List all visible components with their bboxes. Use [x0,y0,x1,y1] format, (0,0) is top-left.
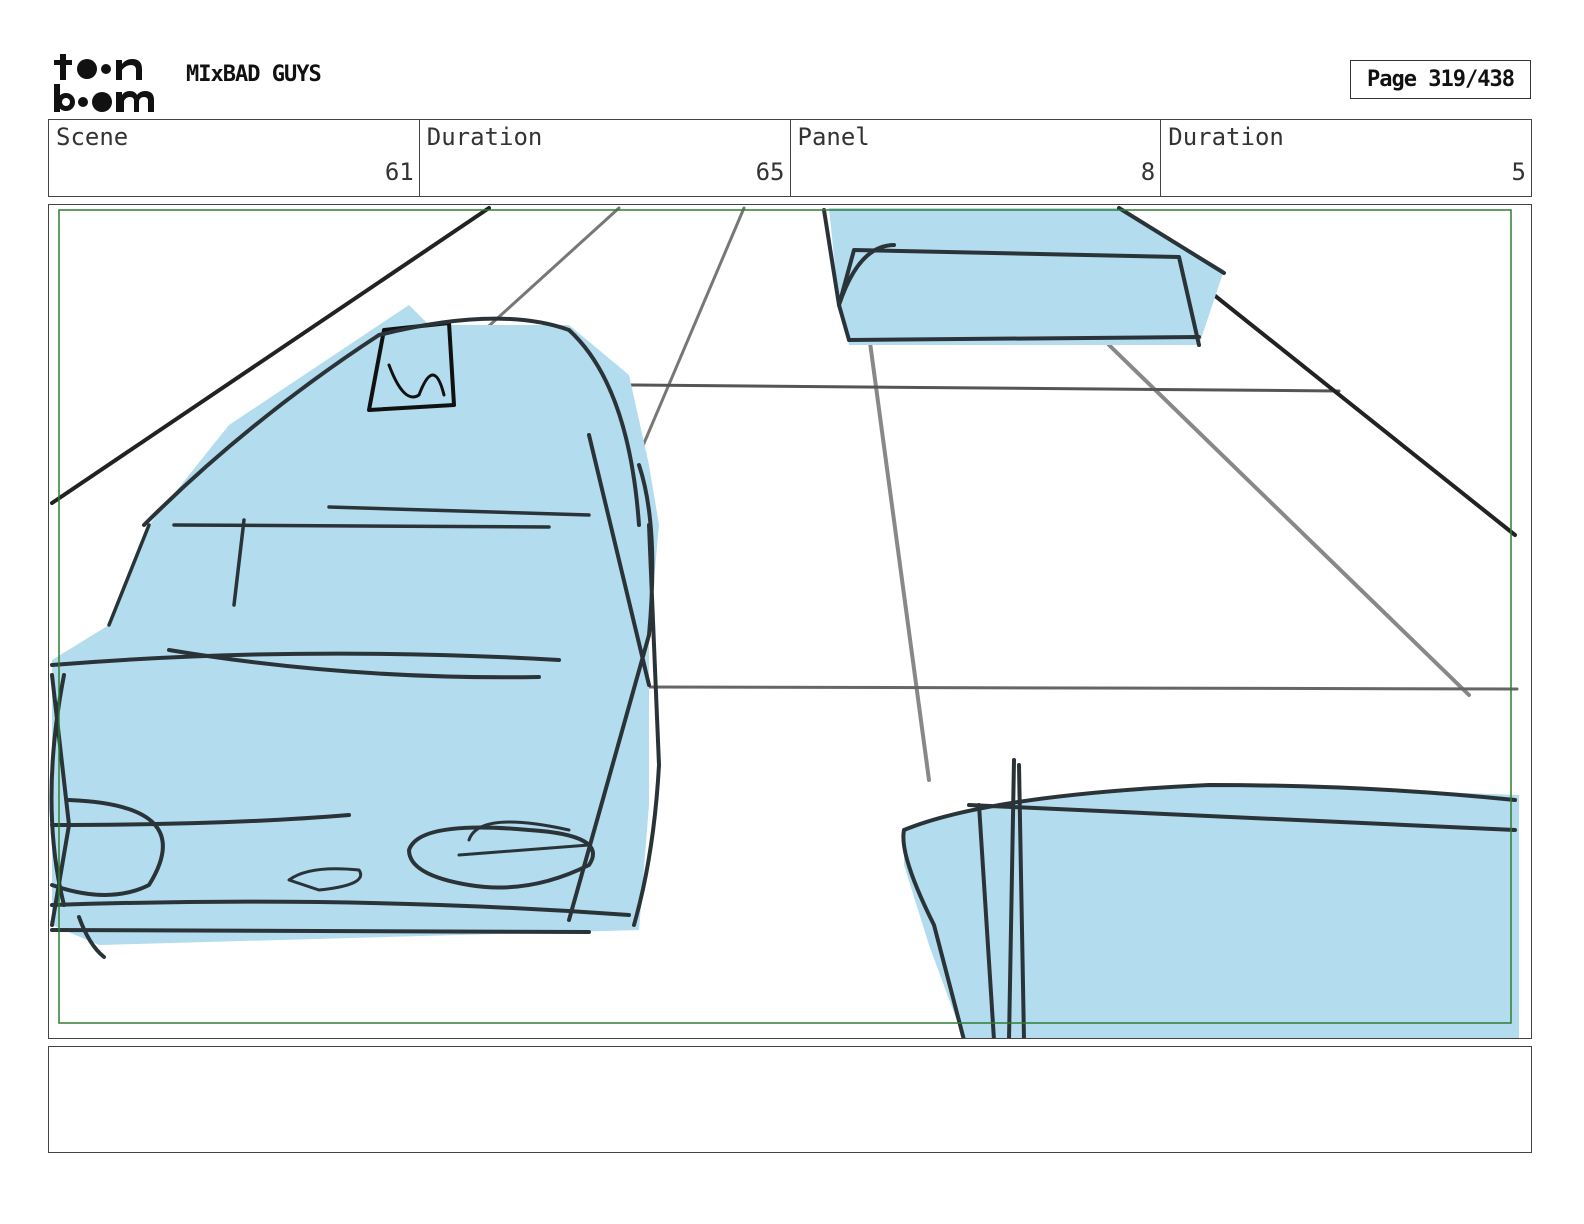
panel-duration-label: Duration [1168,123,1284,151]
curb-line [1187,273,1517,537]
panel-info-table: Scene 61 Duration 65 Panel 8 Duration 5 [48,119,1532,197]
page-number: Page 319/438 [1350,60,1531,99]
taxi-fill [52,305,659,945]
panel-label: Panel [797,123,870,151]
notes-box [48,1046,1532,1153]
scene-value: 61 [384,158,414,186]
road-line [1107,343,1471,697]
road-line [477,206,621,337]
road-line [647,685,1519,691]
panel-duration-value: 5 [1511,158,1526,186]
scene-duration-cell: Duration 65 [420,120,791,196]
road-line [867,333,931,782]
project-title: MIxBAD GUYS [186,62,322,87]
road-line [627,383,1341,393]
near-car-fill [904,785,1519,1038]
scene-cell: Scene 61 [49,120,420,196]
scene-label: Scene [56,123,129,151]
scene-duration-label: Duration [426,123,543,151]
road-line [637,206,746,457]
storyboard-panel [48,204,1532,1039]
panel-duration-cell: Duration 5 [1161,120,1531,196]
storyboard-sketch-image [49,206,1519,1038]
toon-boom-logo-icon [50,48,165,114]
far-car-fill [829,208,1224,345]
panel-cell: Panel 8 [791,120,1162,196]
panel-value: 8 [1140,158,1156,186]
scene-duration-value: 65 [755,158,785,186]
